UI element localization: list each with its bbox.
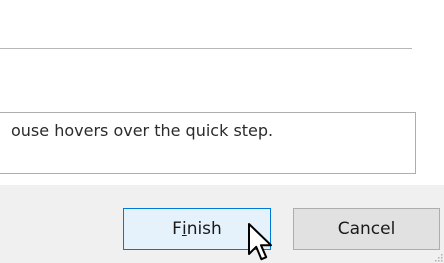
finish-label-rest: nish — [186, 219, 222, 239]
separator-line — [0, 48, 412, 49]
tooltip-text: ouse hovers over the quick step. — [11, 121, 274, 140]
dialog-content: ouse hovers over the quick step. — [0, 0, 444, 185]
tooltip-text-field[interactable]: ouse hovers over the quick step. — [0, 112, 416, 174]
resize-grip-icon[interactable] — [434, 253, 443, 262]
button-bar: Fi nish Cancel — [0, 185, 444, 263]
cancel-label: Cancel — [337, 219, 396, 239]
finish-button[interactable]: Fi nish — [123, 208, 271, 250]
finish-label-part: F — [172, 219, 182, 239]
cancel-button[interactable]: Cancel — [293, 208, 440, 250]
